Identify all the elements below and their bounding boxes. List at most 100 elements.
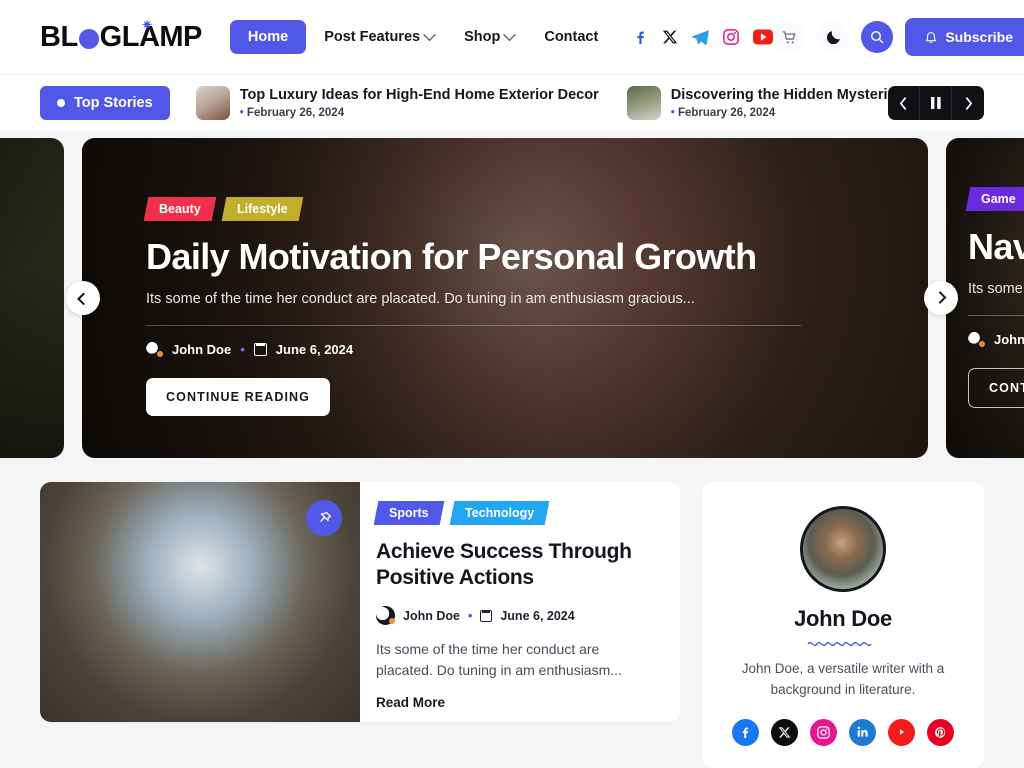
author-name: John Doe — [794, 606, 892, 631]
nav-item-label: Shop — [464, 29, 501, 45]
hero-tag-game[interactable]: Game — [965, 187, 1024, 212]
chevron-left-icon — [76, 292, 90, 306]
instagram-icon[interactable] — [722, 28, 740, 46]
ticker-thumbnail — [626, 86, 661, 120]
continue-reading-button[interactable]: CONTINUE READING — [146, 377, 330, 416]
meta-separator: • — [467, 608, 473, 623]
post-tag-label: Technology — [464, 506, 534, 520]
ticker-next-button[interactable] — [952, 86, 984, 120]
live-dot-icon — [57, 99, 65, 107]
author-widget: John Doe John Doe, a versatile writer wi… — [702, 482, 984, 768]
calendar-icon — [253, 342, 267, 356]
hero-author-name[interactable]: John Doe — [172, 342, 231, 357]
hero-slides: Beauty Lifestyle Daily Motivation for Pe… — [0, 131, 1024, 464]
chevron-right-icon — [933, 291, 946, 304]
post-meta: John Doe • June 6, 2024 — [376, 606, 658, 626]
nav-item-home[interactable]: Home — [229, 20, 307, 54]
x-twitter-icon[interactable] — [771, 718, 798, 746]
site-logo[interactable]: BL GLAMP ✷ — [40, 17, 202, 54]
hero-slide-overlay — [0, 137, 64, 458]
author-social-links — [722, 718, 964, 746]
hero-tag-lifestyle[interactable]: Lifestyle — [221, 197, 303, 222]
sidebar-column: John Doe John Doe, a versatile writer wi… — [702, 482, 984, 768]
logo-spark-icon: ✷ — [142, 17, 152, 32]
post-card[interactable]: Sports Technology Achieve Success Throug… — [40, 482, 680, 722]
read-more-link[interactable]: Read More — [376, 695, 445, 710]
ticker-item[interactable]: Top Luxury Ideas for High-End Home Exter… — [195, 86, 599, 120]
x-twitter-icon[interactable] — [662, 29, 678, 45]
ticker-pause-button[interactable] — [920, 86, 952, 120]
hero-slide-active[interactable]: Beauty Lifestyle Daily Motivation for Pe… — [82, 137, 928, 458]
post-list-column: Sports Technology Achieve Success Throug… — [40, 482, 680, 768]
top-stories-ticker: Top Stories Top Luxury Ideas for High-En… — [0, 75, 1024, 131]
pinterest-icon[interactable] — [927, 718, 954, 746]
telegram-icon[interactable] — [691, 28, 710, 46]
hero-divider — [146, 324, 801, 326]
author-avatar-icon — [146, 340, 163, 358]
post-thumbnail — [40, 482, 360, 722]
linkedin-icon[interactable] — [849, 718, 876, 746]
hero-slide-previous[interactable] — [0, 137, 64, 458]
hero-author-name[interactable]: John — [994, 332, 1024, 347]
post-tag-label: Sports — [389, 506, 429, 520]
nav-item-post-features[interactable]: Post Features — [312, 21, 446, 53]
subscribe-button[interactable]: Subscribe — [905, 18, 1024, 56]
hero-next-button[interactable] — [924, 280, 958, 315]
logo-text-left: BL — [40, 20, 78, 53]
youtube-icon[interactable] — [753, 29, 774, 45]
post-excerpt: Its some of the time her conduct are pla… — [376, 641, 622, 679]
ticker-items: Top Luxury Ideas for High-End Home Exter… — [195, 86, 984, 120]
nav-item-contact[interactable]: Contact — [532, 21, 610, 53]
post-body: Sports Technology Achieve Success Throug… — [360, 482, 680, 722]
logo-lamp-icon — [78, 29, 99, 49]
youtube-icon[interactable] — [888, 718, 915, 746]
nav-item-label: Post Features — [324, 29, 421, 45]
facebook-icon[interactable] — [732, 718, 759, 746]
top-stories-label: Top Stories — [74, 95, 153, 111]
hero-slide-content: Beauty Lifestyle Daily Motivation for Pe… — [122, 156, 825, 458]
ticker-item-title: Top Luxury Ideas for High-End Home Exter… — [239, 86, 599, 103]
hero-tag-label: Game — [981, 192, 1016, 207]
hero-subtitle: Its some of the time her conduct are pla… — [146, 290, 695, 307]
post-tag-sports[interactable]: Sports — [373, 501, 444, 525]
pin-icon — [319, 511, 331, 522]
hero-subtitle: Its some — [968, 280, 1023, 297]
author-avatar — [800, 506, 886, 592]
hero-tag-label: Beauty — [159, 202, 201, 217]
chevron-down-icon — [423, 27, 436, 41]
header-actions: Subscribe — [773, 18, 1024, 56]
post-title[interactable]: Achieve Success Through Positive Actions — [376, 539, 658, 590]
author-avatar-icon — [968, 330, 985, 348]
hero-prev-button[interactable] — [66, 280, 100, 315]
hero-title: Nav — [968, 226, 1024, 268]
nav-item-shop[interactable]: Shop — [452, 21, 526, 53]
ticker-thumbnail — [195, 86, 230, 120]
ticker-prev-button[interactable] — [888, 86, 920, 120]
bell-icon — [926, 32, 937, 43]
site-header: BL GLAMP ✷ Home Post Features Shop Contac… — [0, 0, 1024, 75]
hero-tags: Beauty Lifestyle — [143, 197, 801, 222]
continue-reading-button[interactable]: CONT — [968, 367, 1024, 408]
hero-tag-beauty[interactable]: Beauty — [143, 197, 217, 222]
meta-separator: • — [240, 341, 245, 357]
hero-tags: Game — [965, 187, 1024, 212]
subscribe-label: Subscribe — [945, 29, 1014, 45]
pin-button[interactable] — [306, 500, 342, 536]
hero-title: Daily Motivation for Personal Growth — [146, 236, 757, 278]
post-tag-technology[interactable]: Technology — [449, 501, 550, 525]
author-avatar-icon — [376, 606, 395, 626]
shopping-cart-icon[interactable] — [773, 21, 806, 53]
post-author-name[interactable]: John Doe — [403, 609, 460, 623]
nav-item-label: Home — [247, 29, 289, 45]
calendar-icon — [480, 609, 493, 622]
moon-icon[interactable] — [817, 21, 850, 53]
post-tags: Sports Technology — [373, 501, 658, 525]
facebook-icon[interactable] — [632, 29, 649, 46]
instagram-icon[interactable] — [810, 718, 837, 746]
main-content: Sports Technology Achieve Success Throug… — [0, 464, 1024, 768]
hero-meta: John — [968, 330, 1024, 348]
search-icon[interactable] — [861, 21, 894, 53]
ticker-item-date: February 26, 2024 — [240, 107, 599, 119]
author-bio: John Doe, a versatile writer with a back… — [741, 661, 945, 697]
nav-item-label: Contact — [544, 29, 599, 45]
